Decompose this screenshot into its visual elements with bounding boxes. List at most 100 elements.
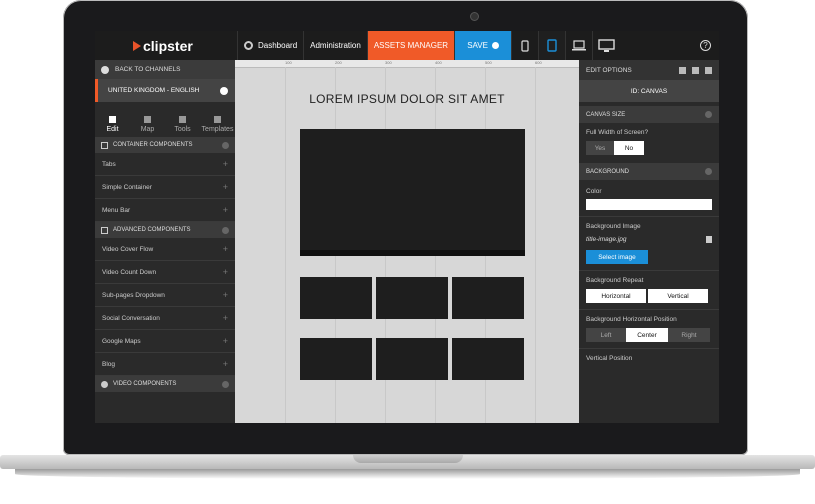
help-icon[interactable]: ? xyxy=(700,40,711,51)
header-label: EDIT OPTIONS xyxy=(586,66,632,74)
tab-tools[interactable]: Tools xyxy=(165,102,200,137)
tab-label: Tools xyxy=(174,126,191,133)
plus-icon[interactable]: + xyxy=(223,159,228,169)
bg-hpos-options: Left Center Right xyxy=(586,328,712,342)
locale-selector[interactable]: UNITED KINGDOM - ENGLISH xyxy=(95,79,235,102)
plus-icon[interactable]: + xyxy=(223,359,228,369)
trash-icon[interactable] xyxy=(706,236,712,243)
plus-icon[interactable]: + xyxy=(223,313,228,323)
plus-icon[interactable]: + xyxy=(223,205,228,215)
right-panel: EDIT OPTIONS ID: CANVAS CANVAS SIZE Full… xyxy=(579,60,719,423)
video-thumbnail[interactable] xyxy=(376,338,448,380)
select-image-button[interactable]: Select image xyxy=(586,250,648,264)
file-name: title-image.jpg xyxy=(586,236,627,243)
tab-templates[interactable]: Templates xyxy=(200,102,235,137)
assets-manager-button[interactable]: ASSETS MANAGER xyxy=(366,31,455,60)
back-arrow-icon xyxy=(101,65,109,74)
bg-image-label: Background Image xyxy=(586,223,641,230)
pos-center-option[interactable]: Center xyxy=(626,328,668,342)
bg-hpos-label: Background Horizontal Position xyxy=(586,316,677,323)
list-item[interactable]: Google Maps + xyxy=(95,330,235,353)
ruler-tick: 500 xyxy=(485,60,492,65)
device-laptop-button[interactable] xyxy=(565,31,592,60)
video-thumbnail[interactable] xyxy=(452,277,524,319)
section-canvas-size[interactable]: CANVAS SIZE xyxy=(579,106,719,123)
laptop-notch xyxy=(353,455,463,463)
desktop-icon xyxy=(597,38,615,52)
save-button[interactable]: SAVE xyxy=(454,31,512,60)
item-label: Menu Bar xyxy=(102,206,131,214)
bg-image-file: title-image.jpg xyxy=(579,236,719,243)
minus-circle-icon[interactable] xyxy=(705,111,712,118)
bg-repeat-label: Background Repeat xyxy=(586,277,644,284)
laptop-icon xyxy=(572,40,587,51)
logo[interactable]: clipster xyxy=(95,38,237,54)
repeat-vertical-button[interactable]: Vertical xyxy=(648,289,708,303)
device-desktop-button[interactable] xyxy=(592,31,619,60)
guide-line xyxy=(285,67,286,423)
yes-option[interactable]: Yes xyxy=(586,141,614,155)
list-item[interactable]: Tabs + xyxy=(95,153,235,176)
page-title[interactable]: LOREM IPSUM DOLOR SIT AMET xyxy=(235,92,579,106)
save-dropdown-icon xyxy=(491,42,499,49)
section-label: ADVANCED COMPONENTS xyxy=(113,227,191,233)
video-thumbnail[interactable] xyxy=(376,277,448,319)
ruler-tick: 100 xyxy=(285,60,292,65)
pos-left-option[interactable]: Left xyxy=(586,328,626,342)
video-thumbnail[interactable] xyxy=(300,338,372,380)
left-panel: BACK TO CHANNELS UNITED KINGDOM - ENGLIS… xyxy=(95,60,235,423)
device-mobile-button[interactable] xyxy=(511,31,538,60)
section-container-components[interactable]: CONTAINER COMPONENTS xyxy=(95,137,235,153)
section-label: CANVAS SIZE xyxy=(586,111,626,118)
laptop-shadow xyxy=(15,469,800,479)
item-label: Sub-pages Dropdown xyxy=(102,291,165,299)
plus-circle-icon[interactable] xyxy=(222,226,229,234)
item-label: Simple Container xyxy=(102,183,152,191)
minus-circle-icon[interactable] xyxy=(705,168,712,175)
list-item[interactable]: Video Count Down + xyxy=(95,261,235,284)
tab-edit[interactable]: Edit xyxy=(95,102,130,137)
list-item[interactable]: Blog + xyxy=(95,353,235,376)
checkbox-icon xyxy=(101,141,108,149)
plus-icon[interactable]: + xyxy=(223,290,228,300)
full-width-label: Full Width of Screen? xyxy=(586,129,649,136)
video-player[interactable] xyxy=(300,129,525,256)
plus-circle-icon[interactable] xyxy=(222,141,229,149)
paste-icon[interactable] xyxy=(692,66,699,74)
list-item[interactable]: Menu Bar + xyxy=(95,199,235,222)
plus-icon[interactable]: + xyxy=(223,182,228,192)
list-item[interactable]: Video Cover Flow + xyxy=(95,238,235,261)
copy-icon[interactable] xyxy=(679,66,686,74)
video-thumbnail[interactable] xyxy=(452,338,524,380)
administration-button[interactable]: Administration xyxy=(303,31,367,60)
editor-canvas[interactable]: 100 200 300 400 500 600 LOREM IPSUM DOLO… xyxy=(235,60,579,423)
download-icon[interactable] xyxy=(220,86,228,95)
dashboard-button[interactable]: Dashboard xyxy=(237,31,303,60)
list-item[interactable]: Sub-pages Dropdown + xyxy=(95,284,235,307)
section-advanced-components[interactable]: ADVANCED COMPONENTS xyxy=(95,222,235,238)
list-item[interactable]: Social Conversation + xyxy=(95,307,235,330)
tab-map[interactable]: Map xyxy=(130,102,165,137)
full-width-toggle: Yes No xyxy=(586,141,712,155)
mobile-icon xyxy=(521,39,529,52)
plus-icon[interactable]: + xyxy=(223,244,228,254)
repeat-horizontal-button[interactable]: Horizontal xyxy=(586,289,646,303)
video-thumbnail[interactable] xyxy=(300,277,372,319)
list-item[interactable]: Simple Container + xyxy=(95,176,235,199)
pos-right-option[interactable]: Right xyxy=(668,328,710,342)
edit-options-header: EDIT OPTIONS xyxy=(579,60,719,80)
plus-icon[interactable]: + xyxy=(223,267,228,277)
video-controls[interactable] xyxy=(300,250,525,256)
section-video-components[interactable]: VIDEO COMPONENTS xyxy=(95,376,235,392)
plus-circle-icon[interactable] xyxy=(222,380,229,388)
plus-icon[interactable]: + xyxy=(223,336,228,346)
no-option[interactable]: No xyxy=(614,141,644,155)
section-background[interactable]: BACKGROUND xyxy=(579,163,719,180)
color-input[interactable] xyxy=(586,199,712,210)
section-label: VIDEO COMPONENTS xyxy=(113,381,177,387)
trash-icon[interactable] xyxy=(705,66,712,74)
device-tablet-button[interactable] xyxy=(538,31,566,60)
tab-label: Edit xyxy=(106,126,119,133)
ruler: 100 200 300 400 500 600 xyxy=(235,60,579,68)
back-to-channels[interactable]: BACK TO CHANNELS xyxy=(95,60,235,79)
